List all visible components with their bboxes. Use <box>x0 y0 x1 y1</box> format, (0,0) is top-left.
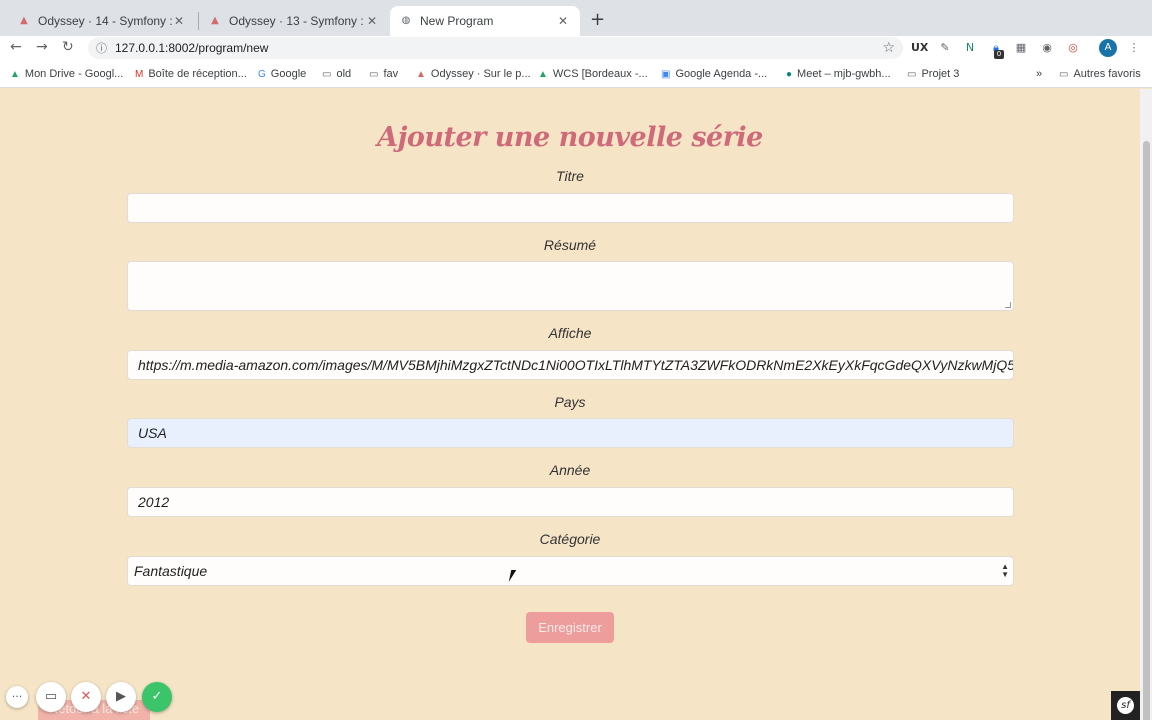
category-selected-value: Fantastique <box>134 563 208 579</box>
bookmark-gmail[interactable]: M Boîte de réception... <box>135 68 247 80</box>
bookmark-label: WCS [Bordeaux -... <box>552 68 648 80</box>
bookmark-fav[interactable]: ▭ fav <box>369 68 398 80</box>
folder-icon: ▭ <box>322 68 332 80</box>
page-title: Ajouter une nouvelle série <box>377 122 763 153</box>
odyssey-favicon-icon: ▲ <box>211 15 219 26</box>
new-tab-icon[interactable]: + <box>590 9 605 30</box>
close-icon[interactable]: ✕ <box>556 14 570 28</box>
tab-new-program[interactable]: ◍ New Program ✕ <box>390 6 580 36</box>
tab-odyssey-14[interactable]: ▲ Odyssey · 14 - Symfony : Doctr ✕ <box>8 6 196 36</box>
calendar-icon: ▣ <box>661 68 671 80</box>
summary-label: Résumé <box>543 237 597 253</box>
select-arrows-icon: ▲ ▼ <box>1001 562 1009 579</box>
bookmark-projet-3[interactable]: ▭ Projet 3 <box>907 68 959 80</box>
bookmark-label: Autres favoris <box>1073 68 1141 80</box>
bookmark-other-favorites[interactable]: ▭ Autres favoris <box>1059 68 1141 80</box>
cancel-recording-icon[interactable]: ✕ <box>71 682 101 712</box>
folder-icon: ▭ <box>369 68 379 80</box>
extension-badge: 0 <box>994 50 1004 59</box>
bookmark-label: fav <box>383 68 399 80</box>
bookmark-label: Projet 3 <box>921 68 960 80</box>
bookmark-meet[interactable]: ● Meet – mjb-gwbh... <box>786 68 891 80</box>
browser-toolbar: ← → ↻ ⓘ 127.0.0.1:8002/program/new ☆ UX … <box>0 36 1152 62</box>
finish-recording-icon[interactable]: ✓ <box>142 682 172 712</box>
address-bar[interactable]: ⓘ 127.0.0.1:8002/program/new ☆ <box>88 37 903 59</box>
scrollbar-thumb[interactable] <box>1143 141 1150 720</box>
folder-icon: ▭ <box>1059 68 1069 80</box>
odyssey-favicon-icon: ▲ <box>20 15 28 26</box>
tab-title: Odyssey · 13 - Symfony : Valid <box>229 14 365 28</box>
tab-title: Odyssey · 14 - Symfony : Doctr <box>38 14 172 28</box>
country-label: Pays <box>554 394 586 410</box>
poster-label: Affiche <box>548 325 592 341</box>
info-icon[interactable]: ⓘ <box>96 40 107 56</box>
bookmark-google-agenda[interactable]: ▣ Google Agenda -... <box>661 68 767 80</box>
gmail-icon: M <box>135 68 144 80</box>
category-label: Catégorie <box>539 531 601 547</box>
reload-icon[interactable]: ↻ <box>62 39 74 55</box>
drive-icon: ▲ <box>538 68 548 80</box>
bookmark-label: Google Agenda -... <box>675 68 768 80</box>
bookmark-label: Odyssey · Sur le p... <box>430 68 531 80</box>
bookmark-mon-drive[interactable]: ▲ Mon Drive - Googl... <box>10 68 123 80</box>
extension-n-icon[interactable]: N <box>962 40 978 56</box>
drive-icon: ▲ <box>10 68 20 80</box>
folder-icon: ▭ <box>907 68 917 80</box>
tab-odyssey-13[interactable]: ▲ Odyssey · 13 - Symfony : Valid ✕ <box>199 6 389 36</box>
year-input[interactable]: 2012 <box>127 487 1014 517</box>
extension-eyedropper-icon[interactable]: ✎ <box>937 40 953 56</box>
resize-handle-icon[interactable] <box>1005 302 1011 308</box>
tab-title: New Program <box>420 14 494 28</box>
bookmark-label: Mon Drive - Googl... <box>24 68 124 80</box>
country-input[interactable]: USA <box>127 418 1014 448</box>
year-label: Année <box>549 462 591 478</box>
bookmark-label: Boîte de réception... <box>148 68 247 80</box>
bookmark-star-icon[interactable]: ☆ <box>882 40 895 56</box>
title-input[interactable] <box>127 193 1014 223</box>
camera-toggle-icon[interactable]: ▭ <box>36 682 66 712</box>
close-icon[interactable]: ✕ <box>365 14 379 28</box>
category-select[interactable]: Fantastique ▲ ▼ <box>127 556 1014 586</box>
google-icon: G <box>258 68 266 80</box>
back-arrow-icon[interactable]: ← <box>10 39 22 55</box>
title-label: Titre <box>556 168 584 184</box>
more-options-icon[interactable]: ··· <box>6 686 28 708</box>
bookmark-label: old <box>336 68 352 80</box>
profile-avatar[interactable]: A <box>1099 39 1117 57</box>
forward-arrow-icon[interactable]: → <box>36 39 48 55</box>
bookmarks-overflow[interactable]: » <box>1036 68 1042 80</box>
url-text[interactable]: 127.0.0.1:8002/program/new <box>115 41 882 55</box>
pause-recording-icon[interactable]: ▶ <box>106 682 136 712</box>
poster-input[interactable]: https://m.media-amazon.com/images/M/MV5B… <box>127 350 1014 380</box>
browser-tab-bar: ▲ Odyssey · 14 - Symfony : Doctr ✕ ▲ Ody… <box>0 0 1152 36</box>
bookmark-odyssey[interactable]: ▲ Odyssey · Sur le p... <box>416 68 531 80</box>
bookmark-label: Google <box>270 68 307 80</box>
bookmark-wcs[interactable]: ▲ WCS [Bordeaux -... <box>538 68 648 80</box>
bookmark-google[interactable]: G Google <box>258 68 306 80</box>
extension-mask-icon[interactable]: ◉ <box>1039 40 1055 56</box>
save-button[interactable]: Enregistrer <box>526 612 614 643</box>
odyssey-favicon-icon: ▲ <box>416 68 426 80</box>
menu-kebab-icon[interactable]: ⋮ <box>1126 40 1142 56</box>
summary-textarea[interactable] <box>127 261 1014 311</box>
bookmarks-bar: ▲ Mon Drive - Googl... M Boîte de réceptio… <box>0 62 1152 88</box>
meet-icon: ● <box>786 68 793 80</box>
extension-ux-icon[interactable]: UX <box>911 40 928 56</box>
extension-grid-icon[interactable]: ▦ <box>1013 40 1029 56</box>
globe-icon: ◍ <box>401 15 411 26</box>
close-icon[interactable]: ✕ <box>172 14 186 28</box>
bookmark-old[interactable]: ▭ old <box>322 68 351 80</box>
bookmark-label: Meet – mjb-gwbh... <box>797 68 891 80</box>
symfony-debug-toolbar[interactable]: sf <box>1111 691 1140 720</box>
symfony-logo-icon: sf <box>1117 697 1134 714</box>
extension-circle-icon[interactable]: ◎ <box>1065 40 1081 56</box>
page-scrollbar[interactable] <box>1140 89 1152 720</box>
